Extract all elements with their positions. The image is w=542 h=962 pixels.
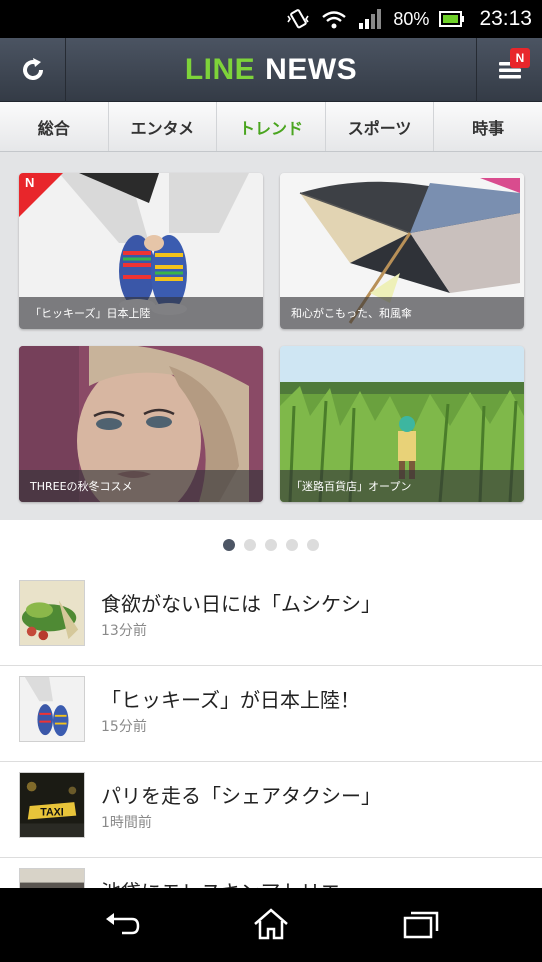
tab-entertainment[interactable]: エンタメ bbox=[109, 102, 218, 151]
featured-card-umbrella[interactable]: 和心がこもった、和風傘 bbox=[280, 173, 524, 329]
article-headline: 食欲がない日には「ムシケシ」 bbox=[101, 592, 381, 616]
app-title-line: LINE bbox=[184, 53, 256, 86]
pager-dot-3[interactable] bbox=[265, 539, 277, 551]
tab-trend[interactable]: トレンド bbox=[217, 102, 326, 151]
article-thumbnail bbox=[19, 676, 85, 742]
article-time: 13分前 bbox=[101, 623, 147, 639]
article-headline: 「ヒッキーズ」が日本上陸！ bbox=[101, 688, 360, 712]
taxi-sign-text: TAXI bbox=[40, 807, 64, 819]
featured-caption: THREEの秋冬コスメ bbox=[19, 470, 263, 502]
list-item[interactable]: 「ヒッキーズ」が日本上陸！ 15分前 bbox=[0, 666, 542, 762]
menu-button[interactable]: N bbox=[476, 38, 542, 102]
system-nav-bar bbox=[0, 888, 542, 962]
featured-card-maze[interactable]: 「迷路百貨店」オープン bbox=[280, 346, 524, 502]
refresh-icon bbox=[22, 58, 43, 80]
article-list: 食欲がない日には「ムシケシ」 13分前 「ヒッキーズ」が日本上陸！ 15分前 T… bbox=[0, 570, 542, 888]
app-header: LINE NEWS N bbox=[0, 38, 542, 102]
refresh-button[interactable] bbox=[0, 38, 66, 102]
tab-current-affairs[interactable]: 時事 bbox=[434, 102, 542, 151]
article-thumbnail: TAXI bbox=[19, 772, 85, 838]
battery-icon bbox=[439, 11, 465, 27]
carousel-pager bbox=[0, 520, 542, 570]
featured-caption: 「ヒッキーズ」日本上陸 bbox=[19, 297, 263, 329]
article-time: 1時間前 bbox=[101, 815, 152, 831]
pager-dot-2[interactable] bbox=[244, 539, 256, 551]
article-time: 15分前 bbox=[101, 719, 147, 735]
recent-apps-button[interactable] bbox=[399, 904, 443, 944]
menu-new-badge: N bbox=[510, 48, 530, 68]
back-button[interactable] bbox=[100, 904, 144, 944]
list-item[interactable]: TAXI パリを走る「シェアタクシー」 1時間前 bbox=[0, 762, 542, 858]
battery-percent: 80% bbox=[393, 8, 430, 29]
featured-carousel: N 「ヒッキーズ」日本上陸 和心がこもった、和風傘 THREEの秋冬コスメ 「迷… bbox=[0, 152, 542, 520]
featured-card-cosmetics[interactable]: THREEの秋冬コスメ bbox=[19, 346, 263, 502]
article-thumbnail bbox=[19, 580, 85, 646]
article-headline: パリを走る「シェアタクシー」 bbox=[101, 784, 381, 808]
pager-dot-4[interactable] bbox=[286, 539, 298, 551]
article-headline: 池袋にモレスキンアトリエ bbox=[101, 876, 340, 888]
pager-dot-1[interactable] bbox=[223, 539, 235, 551]
category-tabs: 総合 エンタメ トレンド スポーツ 時事 bbox=[0, 102, 542, 152]
wifi-icon bbox=[322, 11, 347, 29]
app-title: LINE NEWS bbox=[66, 38, 476, 102]
recent-apps-icon bbox=[403, 911, 439, 939]
list-item[interactable]: 食欲がない日には「ムシケシ」 13分前 bbox=[0, 570, 542, 666]
featured-card-hickies[interactable]: N 「ヒッキーズ」日本上陸 bbox=[19, 173, 263, 329]
app-title-news: NEWS bbox=[265, 53, 358, 86]
tab-sports[interactable]: スポーツ bbox=[326, 102, 435, 151]
signal-icon bbox=[359, 9, 382, 29]
featured-caption: 和心がこもった、和風傘 bbox=[280, 297, 524, 329]
featured-caption: 「迷路百貨店」オープン bbox=[280, 470, 524, 502]
home-button[interactable] bbox=[249, 904, 293, 944]
list-item[interactable]: 池袋にモレスキンアトリエ bbox=[0, 858, 542, 888]
status-bar: 80% 23:13 bbox=[0, 0, 542, 38]
clock: 23:13 bbox=[479, 7, 532, 30]
article-thumbnail bbox=[19, 868, 85, 888]
pager-dot-5[interactable] bbox=[307, 539, 319, 551]
new-corner-badge: N bbox=[19, 173, 63, 217]
tab-general[interactable]: 総合 bbox=[0, 102, 109, 151]
home-icon bbox=[254, 908, 288, 940]
back-icon bbox=[106, 913, 140, 935]
vibrate-icon bbox=[287, 9, 310, 29]
